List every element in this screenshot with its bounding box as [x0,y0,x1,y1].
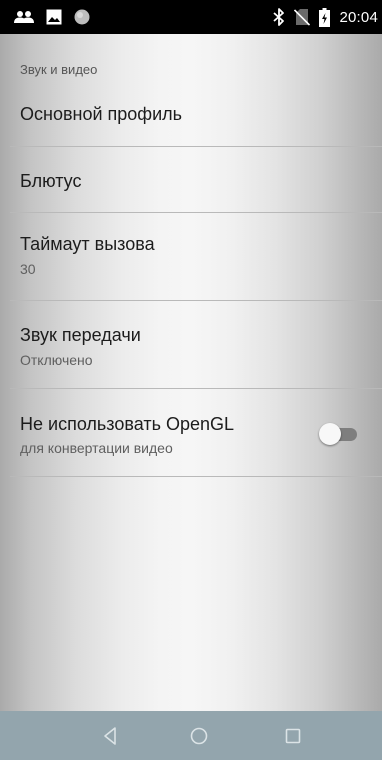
opengl-toggle-switch[interactable] [319,422,359,446]
status-bar-time: 20:04 [339,8,378,26]
back-icon [104,727,116,745]
circle-icon [74,9,90,25]
no-sim-icon [294,9,311,26]
bluetooth-icon [273,8,285,26]
section-header: Звук и видео [20,62,98,77]
recents-button[interactable] [280,723,306,749]
toggle-thumb [319,423,341,445]
pref-bluetooth[interactable]: Блютус [0,147,382,212]
battery-icon [319,7,331,27]
back-button[interactable] [97,723,123,749]
home-button[interactable] [186,723,212,749]
status-bar-system: 20:04 [273,7,378,27]
people-icon [14,11,34,23]
pref-opengl-summary: для конвертации видео [20,440,173,456]
divider [10,476,382,477]
pref-call-timeout-summary: 30 [20,261,36,277]
pref-call-timeout-title: Таймаут вызова [20,234,155,254]
status-bar: 20:04 [0,0,382,34]
recents-icon [285,728,301,744]
navigation-bar [0,711,382,760]
home-icon [190,727,208,745]
status-bar-notifications [14,8,90,26]
pref-main-profile-title: Основной профиль [20,104,183,124]
image-icon [46,9,62,25]
settings-screen: 20:04 Звук и видео Основной профиль Блют… [0,0,382,760]
pref-transmit-sound-summary: Отключено [20,352,93,368]
pref-opengl-title: Не использовать OpenGL [20,414,235,434]
pref-call-timeout[interactable]: Таймаут вызова 30 [0,213,382,300]
pref-bluetooth-title: Блютус [20,171,82,191]
pref-transmit-sound[interactable]: Звук передачи Отключено [0,301,382,388]
pref-main-profile[interactable]: Основной профиль [0,90,382,146]
pref-transmit-sound-title: Звук передачи [20,325,141,345]
